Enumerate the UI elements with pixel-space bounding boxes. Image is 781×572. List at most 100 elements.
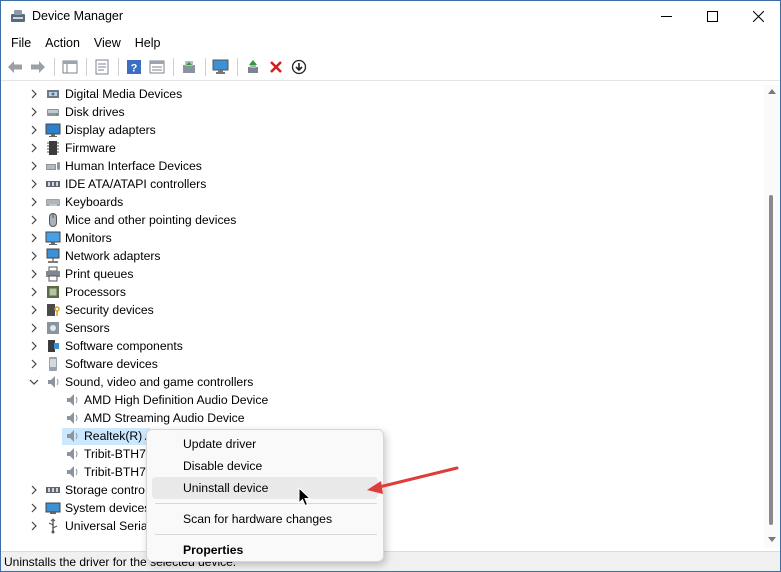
tree-item-monitors[interactable]: Monitors <box>2 229 762 247</box>
chevron-right-icon[interactable] <box>28 232 40 244</box>
keyboard-icon <box>46 199 60 206</box>
properties-button[interactable] <box>91 56 113 78</box>
tree-item-digital-media-devices[interactable]: Digital Media Devices <box>2 85 762 103</box>
scan-hardware-button[interactable] <box>210 56 232 78</box>
tree-item-keyboards[interactable]: Keyboards <box>2 193 762 211</box>
scrollbar-thumb[interactable] <box>769 195 773 525</box>
menu-help[interactable]: Help <box>129 34 167 52</box>
storage-icon <box>46 487 60 493</box>
speaker-icon <box>67 430 78 442</box>
chevron-right-icon[interactable] <box>28 160 40 172</box>
help-button[interactable]: ? <box>123 56 145 78</box>
tree-item-disk-drives[interactable]: Disk drives <box>2 103 762 121</box>
chevron-right-icon[interactable] <box>28 196 40 208</box>
maximize-button[interactable] <box>689 1 735 31</box>
menu-item-label: Scan for hardware changes <box>183 512 333 526</box>
chevron-right-icon[interactable] <box>28 106 40 118</box>
tree-item-label: Realtek(R) A <box>84 429 154 443</box>
download-button[interactable] <box>288 56 310 78</box>
view-button[interactable] <box>146 56 168 78</box>
media-icon <box>47 90 59 98</box>
tree-item-security-devices[interactable]: Security devices <box>2 301 762 319</box>
chevron-right-icon[interactable] <box>28 268 40 280</box>
chevron-down-icon[interactable] <box>28 376 40 388</box>
tree-item-processors[interactable]: Processors <box>2 283 762 301</box>
uninstall-button[interactable] <box>265 56 287 78</box>
chevron-right-icon[interactable] <box>28 502 40 514</box>
tree-item-display-adapters[interactable]: Display adapters <box>2 121 762 139</box>
chevron-right-icon[interactable] <box>28 124 40 136</box>
close-icon <box>752 10 764 22</box>
menu-item-properties[interactable]: Properties <box>152 539 378 561</box>
toolbar-separator <box>237 58 238 76</box>
tree-item-mice[interactable]: Mice and other pointing devices <box>2 211 762 229</box>
menu-item-update-driver[interactable]: Update driver <box>152 433 378 455</box>
scroll-down-icon[interactable] <box>768 537 776 542</box>
device-manager-icon <box>11 10 25 22</box>
menu-view[interactable]: View <box>88 34 127 52</box>
chevron-right-icon[interactable] <box>28 214 40 226</box>
tree-item-label: Tribit-BTH7 <box>84 447 146 461</box>
tree-item-ide-controllers[interactable]: IDE ATA/ATAPI controllers <box>2 175 762 193</box>
chevron-right-icon[interactable] <box>28 142 40 154</box>
minimize-button[interactable] <box>643 1 689 31</box>
chevron-right-icon[interactable] <box>28 286 40 298</box>
scroll-up-icon[interactable] <box>768 89 776 94</box>
console-tree-button[interactable] <box>59 56 81 78</box>
toolbar-separator <box>205 58 206 76</box>
chevron-right-icon[interactable] <box>28 304 40 316</box>
firmware-icon <box>47 141 59 155</box>
chevron-right-icon[interactable] <box>28 358 40 370</box>
sensor-icon <box>47 322 59 334</box>
chevron-right-icon[interactable] <box>28 250 40 262</box>
menu-item-label: Update driver <box>183 437 257 451</box>
scan-hardware-icon <box>212 59 229 74</box>
tree-item-firmware[interactable]: Firmware <box>2 139 762 157</box>
help-icon: ? <box>127 60 141 75</box>
toolbar-separator <box>173 58 174 76</box>
minimize-icon <box>660 15 672 17</box>
forward-button[interactable] <box>27 56 49 78</box>
menu-item-uninstall-device[interactable]: Uninstall device <box>152 477 378 499</box>
device-manager-window: Device Manager File Action View Help ? D… <box>0 0 781 572</box>
processor-icon <box>47 286 59 298</box>
menu-item-disable-device[interactable]: Disable device <box>152 455 378 477</box>
disk-icon <box>47 109 59 116</box>
printer-icon <box>46 266 60 282</box>
menu-item-label: Properties <box>183 543 244 557</box>
tree-item-print-queues[interactable]: Print queues <box>2 265 762 283</box>
vertical-scrollbar[interactable] <box>764 85 780 548</box>
download-icon <box>291 59 307 75</box>
enable-device-button[interactable] <box>242 56 264 78</box>
back-icon <box>8 61 22 73</box>
tree-item-amd-hd-audio[interactable]: AMD High Definition Audio Device <box>2 391 762 409</box>
chevron-right-icon[interactable] <box>28 484 40 496</box>
tree-item-amd-streaming-audio[interactable]: AMD Streaming Audio Device <box>2 409 762 427</box>
menu-file[interactable]: File <box>5 34 37 52</box>
chevron-right-icon[interactable] <box>28 520 40 532</box>
update-driver-button[interactable] <box>178 56 200 78</box>
tree-item-label: Software components <box>65 339 183 353</box>
tree-item-software-devices[interactable]: Software devices <box>2 355 762 373</box>
menu-action[interactable]: Action <box>39 34 86 52</box>
tree-item-sound-video-game-controllers[interactable]: Sound, video and game controllers <box>2 373 762 391</box>
tree-item-network-adapters[interactable]: Network adapters <box>2 247 762 265</box>
close-button[interactable] <box>735 1 780 31</box>
tree-item-sensors[interactable]: Sensors <box>2 319 762 337</box>
security-icon <box>47 304 60 316</box>
tree-item-human-interface-devices[interactable]: Human Interface Devices <box>2 157 762 175</box>
chevron-right-icon[interactable] <box>28 178 40 190</box>
monitor-icon <box>45 231 61 245</box>
chevron-right-icon[interactable] <box>28 340 40 352</box>
back-button[interactable] <box>4 56 26 78</box>
chevron-right-icon[interactable] <box>28 88 40 100</box>
tree-item-label: Sensors <box>65 321 110 335</box>
menu-bar: File Action View Help <box>1 32 780 54</box>
tree-item-label: IDE ATA/ATAPI controllers <box>65 177 207 191</box>
software-component-icon <box>48 340 59 352</box>
menu-item-scan-hardware-changes[interactable]: Scan for hardware changes <box>152 508 378 530</box>
tree-item-software-components[interactable]: Software components <box>2 337 762 355</box>
chevron-right-icon[interactable] <box>28 322 40 334</box>
toolbar-separator <box>118 58 119 76</box>
tree-item-label: Firmware <box>65 141 116 155</box>
